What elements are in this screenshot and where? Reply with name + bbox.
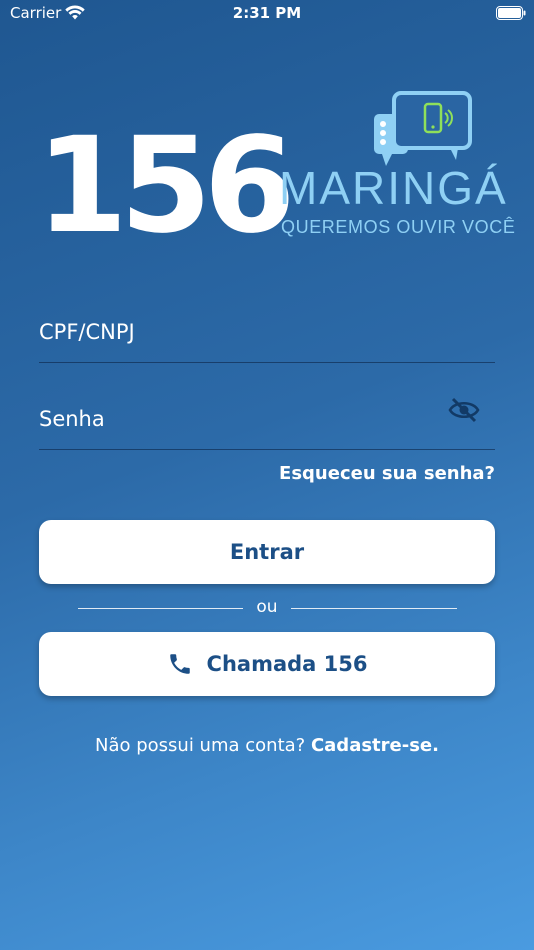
app-logo: 156 MARINGÁ QUEREMOS OUVIR VOCÊ [0, 0, 534, 260]
login-button-label: Entrar [229, 540, 305, 564]
logo-tagline: QUEREMOS OUVIR VOCÊ [281, 217, 516, 237]
forgot-password-link[interactable]: Esqueceu sua senha? [240, 463, 495, 484]
phone-icon [169, 654, 190, 674]
chat-bubble-phone-icon [374, 91, 472, 166]
divider-line-left [78, 608, 243, 609]
eye-off-icon[interactable] [448, 396, 480, 424]
cpf-input[interactable] [39, 302, 439, 362]
logo-number: 156 [36, 109, 296, 263]
signup-prompt: Não possui uma conta? Cadastre-se. [0, 735, 534, 756]
signup-prompt-text: Não possui uma conta? [95, 735, 306, 756]
divider-label: ou [256, 597, 278, 617]
call-156-button[interactable]: Chamada 156 [39, 632, 495, 696]
logo-city: MARINGÁ [279, 162, 508, 214]
signup-link[interactable]: Cadastre-se. [311, 735, 439, 756]
login-button[interactable]: Entrar [39, 520, 495, 584]
divider-line-right [291, 608, 457, 609]
cpf-field-container [39, 302, 495, 363]
password-input[interactable] [39, 389, 439, 449]
call-156-button-label: Chamada 156 [206, 652, 368, 676]
password-field-container [39, 389, 495, 450]
